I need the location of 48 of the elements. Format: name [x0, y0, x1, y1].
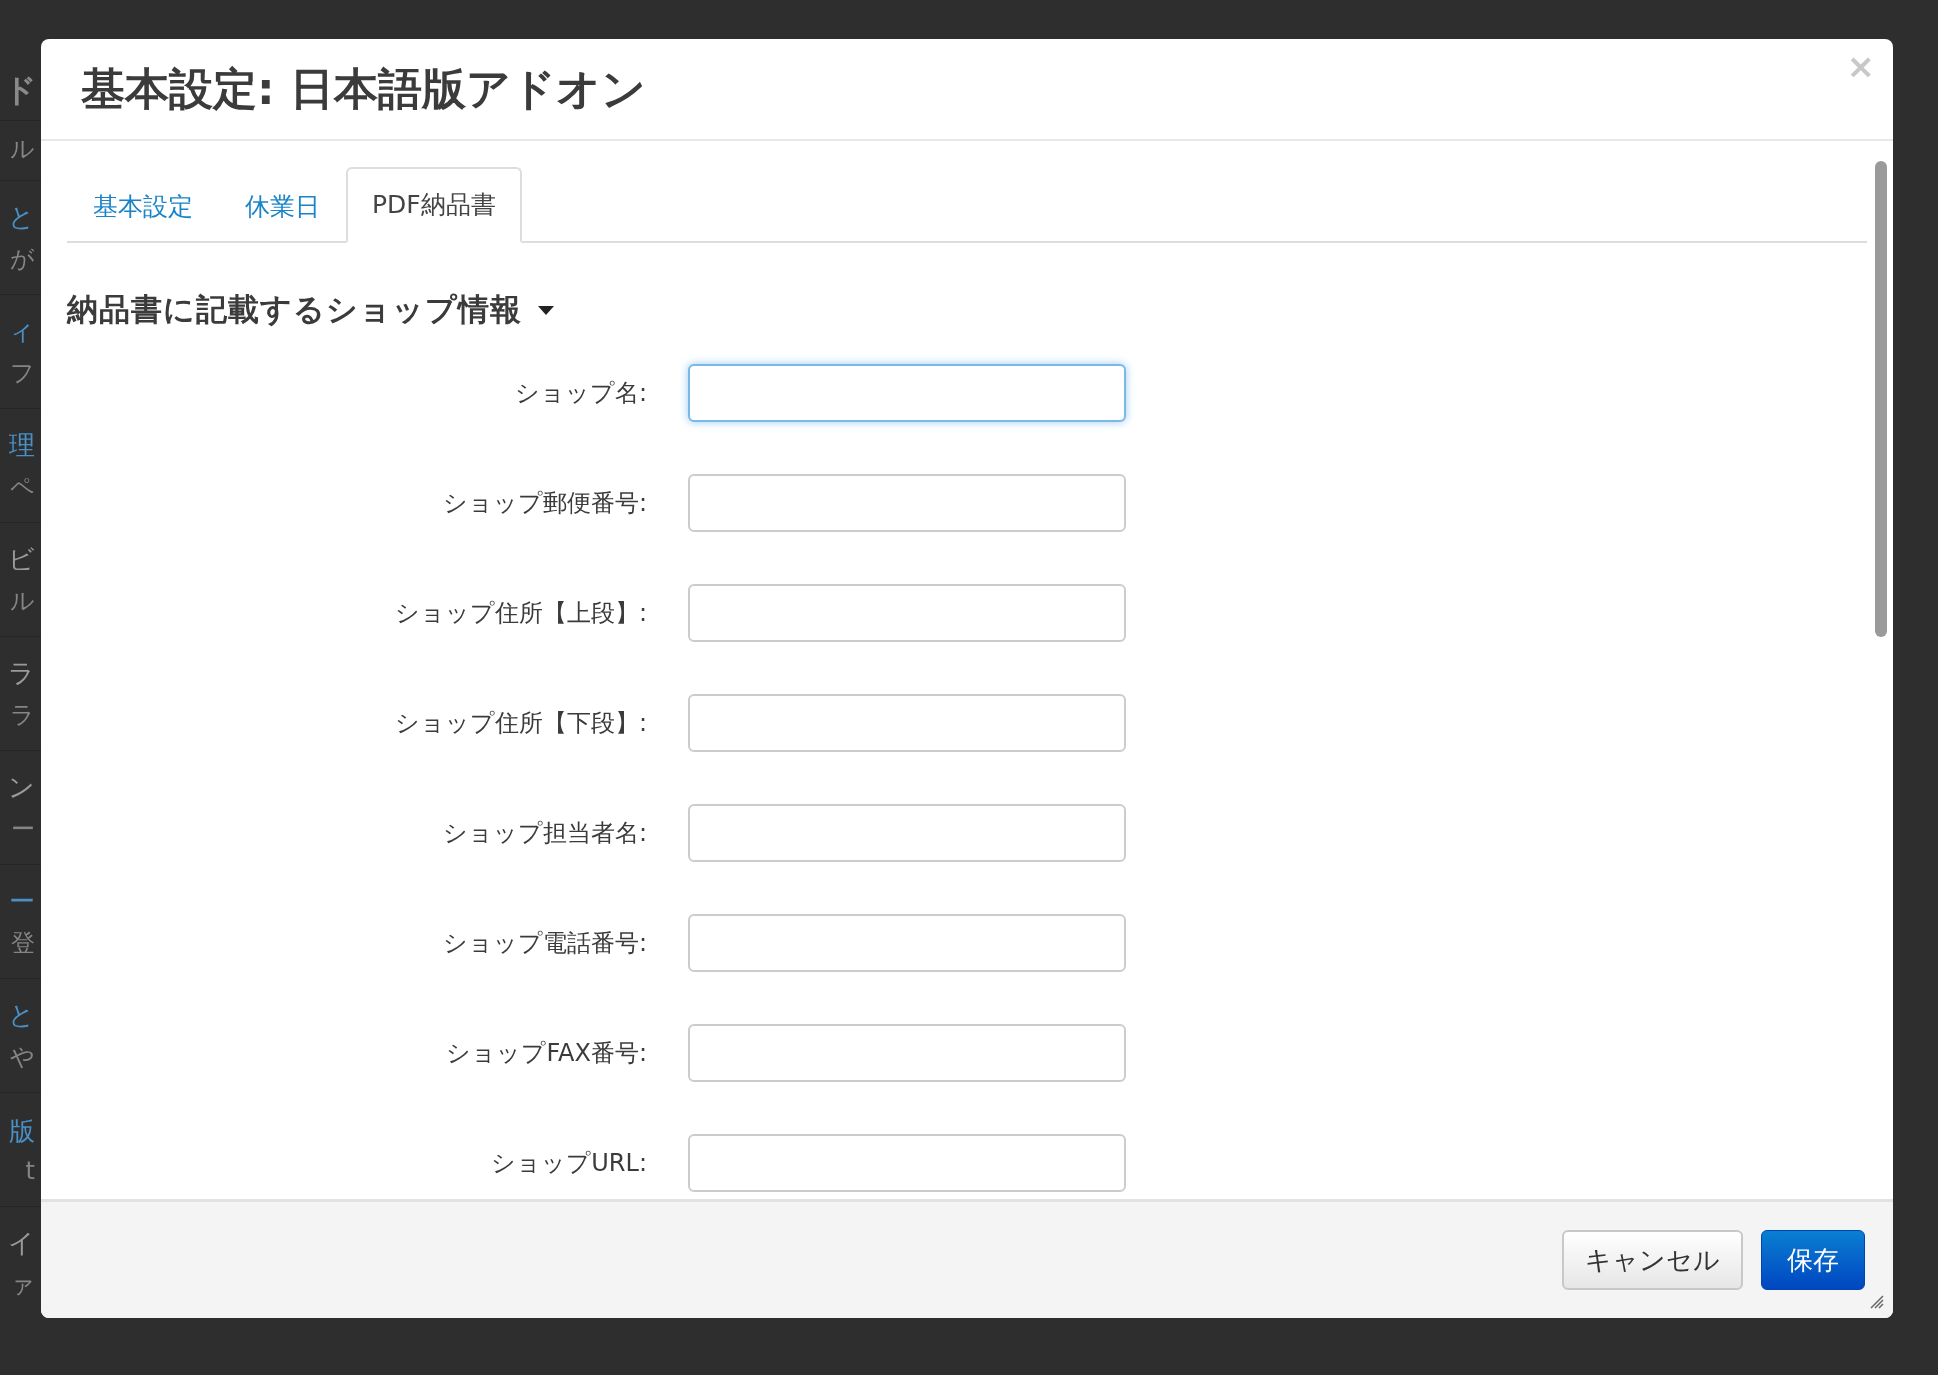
input-field[interactable]: [688, 1024, 1126, 1082]
resize-handle-icon[interactable]: [1870, 1295, 1884, 1309]
addon-link[interactable]: 理: [9, 428, 35, 463]
field-label: ショップ名:: [513, 378, 647, 409]
field-label: ショップ住所【下段】:: [393, 708, 647, 739]
dialog-title: 基本設定: 日本語版アドオン: [81, 61, 646, 116]
tab[interactable]: 休業日: [219, 169, 346, 243]
page-heading: ド: [4, 70, 38, 111]
input-field[interactable]: [688, 474, 1126, 532]
field-label: ショップFAX番号:: [445, 1038, 647, 1069]
addon-link[interactable]: ー: [9, 884, 35, 919]
field-label: ショップURL:: [490, 1148, 647, 1179]
addon-description: ル: [10, 586, 35, 617]
addon-link[interactable]: 版: [9, 1114, 35, 1149]
addon-link[interactable]: と: [8, 200, 35, 235]
field-label: ショップ住所【上段】:: [393, 598, 647, 629]
save-button[interactable]: 保存: [1761, 1230, 1865, 1290]
caret-icon[interactable]: [538, 305, 554, 315]
addon-description: ー: [11, 814, 35, 845]
addon-description: ラ: [10, 700, 35, 731]
input-field[interactable]: [688, 1134, 1126, 1192]
field-label: ショップ郵便番号:: [441, 488, 647, 519]
input-field[interactable]: [688, 584, 1126, 642]
addon-description: ペ: [10, 472, 35, 503]
addon-title: ビ: [8, 543, 35, 576]
addon-description: フ: [10, 358, 35, 389]
addon-description: が: [10, 244, 35, 275]
tab[interactable]: 基本設定: [67, 169, 219, 243]
input-field[interactable]: [688, 914, 1126, 972]
addon-link[interactable]: と: [8, 998, 35, 1033]
addon-description: t: [25, 1157, 35, 1185]
input-field[interactable]: [688, 804, 1126, 862]
addon-title: ン: [8, 771, 35, 804]
scrollbar[interactable]: [1875, 161, 1887, 637]
addon-link[interactable]: ィ: [8, 314, 35, 349]
input-field[interactable]: [688, 364, 1126, 422]
addon-description: ル: [10, 134, 35, 165]
tab[interactable]: PDF納品書: [346, 167, 522, 243]
field-label: ショップ担当者名:: [441, 818, 647, 849]
addon-title: イ: [8, 1227, 35, 1260]
addon-description: 登: [11, 928, 35, 959]
cancel-button[interactable]: キャンセル: [1562, 1230, 1743, 1290]
input-field[interactable]: [688, 694, 1126, 752]
section-heading[interactable]: 納品書に記載するショップ情報: [67, 289, 522, 331]
addon-description: ァ: [10, 1270, 35, 1301]
addon-description: や: [10, 1042, 35, 1073]
field-label: ショップ電話番号:: [441, 928, 647, 959]
addon-title: ラ: [8, 657, 35, 690]
